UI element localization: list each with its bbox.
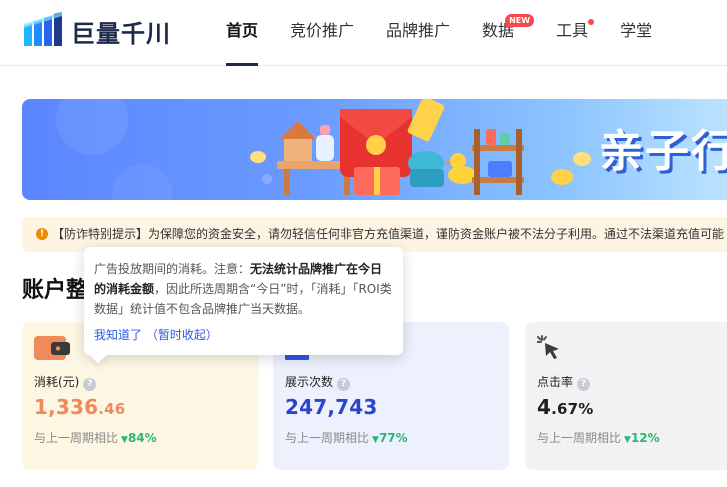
tooltip-text: 广告投放期间的消耗。注意：无法统计品牌推广在今日的消耗金额，因此所选周期含“今日… (94, 259, 393, 319)
compare-change: 84% (127, 431, 157, 445)
top-navbar: 巨量千川 首页 竞价推广 品牌推广 数据 NEW 工具 学堂 (0, 0, 727, 66)
metric-label: 消耗(元)? (34, 373, 97, 391)
section-title: 账户整 (22, 278, 89, 303)
compare-label: 与上一周期相比 (34, 431, 119, 445)
nav-academy-label: 学堂 (620, 21, 653, 40)
metric-value-int: 4 (537, 395, 552, 419)
new-badge: NEW (505, 14, 535, 27)
nav-home[interactable]: 首页 (226, 0, 259, 66)
trend-up-icon: ▼ (121, 435, 128, 445)
compare-label: 与上一周期相比 (285, 431, 370, 445)
nav-data[interactable]: 数据 NEW (482, 0, 535, 66)
trend-up-icon: ▼ (372, 435, 379, 445)
tooltip-text-pre: 广告投放期间的消耗。注意： (94, 262, 251, 276)
compare-change: 77% (378, 431, 408, 445)
logo-icon[interactable] (22, 10, 64, 48)
banner-title: 亲子行 (599, 126, 727, 177)
wallet-icon (34, 336, 70, 360)
metric-label: 展示次数? (285, 373, 351, 391)
cost-help-tooltip: 广告投放期间的消耗。注意：无法统计品牌推广在今日的消耗金额，因此所选周期含“今日… (84, 247, 403, 364)
logo-text[interactable]: 巨量千川 (71, 14, 171, 49)
fraud-notice-text: 【防诈特别提示】为保障您的资金安全，请勿轻信任何非官方充值渠道，谨防资金账户被不… (52, 227, 725, 241)
metric-label-text: 消耗(元) (34, 375, 80, 389)
metric-label: 点击率? (537, 373, 591, 391)
nav-brand-label: 品牌推广 (386, 21, 451, 40)
nav-tools[interactable]: 工具 (556, 0, 595, 66)
notification-dot (588, 19, 595, 25)
nav-tools-label: 工具 (556, 21, 589, 40)
collapse-link[interactable]: （暂时收起） (146, 328, 218, 342)
compare-label: 与上一周期相比 (537, 431, 622, 445)
metric-card-ctr[interactable]: 点击率? 4.67% 与上一周期相比 ▼12% (525, 322, 727, 470)
metric-label-text: 点击率 (537, 375, 574, 389)
metric-value: 1,336.46 (34, 395, 125, 419)
warning-icon: ! (36, 228, 48, 240)
metric-value-int: 1,336 (34, 395, 99, 419)
main-nav: 首页 竞价推广 品牌推广 数据 NEW 工具 学堂 (226, 0, 684, 66)
help-icon[interactable]: ? (577, 378, 591, 391)
metric-compare: 与上一周期相比 ▼77% (285, 429, 408, 446)
tooltip-actions: 我知道了 （暂时收起） (94, 325, 218, 345)
nav-bidding-promotion[interactable]: 竞价推广 (290, 0, 354, 66)
help-icon[interactable]: ? (337, 378, 351, 391)
metric-compare: 与上一周期相比 ▼84% (34, 429, 157, 446)
metric-label-text: 展示次数 (285, 375, 334, 389)
trend-up-icon: ▼ (624, 435, 631, 445)
nav-home-label: 首页 (226, 21, 259, 40)
metric-value-dec: .67% (551, 400, 594, 418)
metric-compare: 与上一周期相比 ▼12% (537, 429, 660, 446)
nav-academy[interactable]: 学堂 (620, 0, 652, 66)
cursor-click-icon (537, 335, 559, 359)
promo-banner[interactable]: 亲子行 (22, 99, 727, 200)
metric-value-dec: .46 (98, 400, 126, 418)
acknowledge-link[interactable]: 我知道了 (94, 328, 142, 342)
nav-brand-promotion[interactable]: 品牌推广 (386, 0, 450, 66)
metric-value: 247,743 (285, 395, 378, 419)
nav-bidding-label: 竞价推广 (290, 21, 355, 40)
help-icon[interactable]: ? (83, 378, 97, 391)
metric-value-int: 247,743 (285, 395, 378, 419)
metric-value: 4.67% (537, 395, 594, 419)
compare-change: 12% (630, 431, 660, 445)
